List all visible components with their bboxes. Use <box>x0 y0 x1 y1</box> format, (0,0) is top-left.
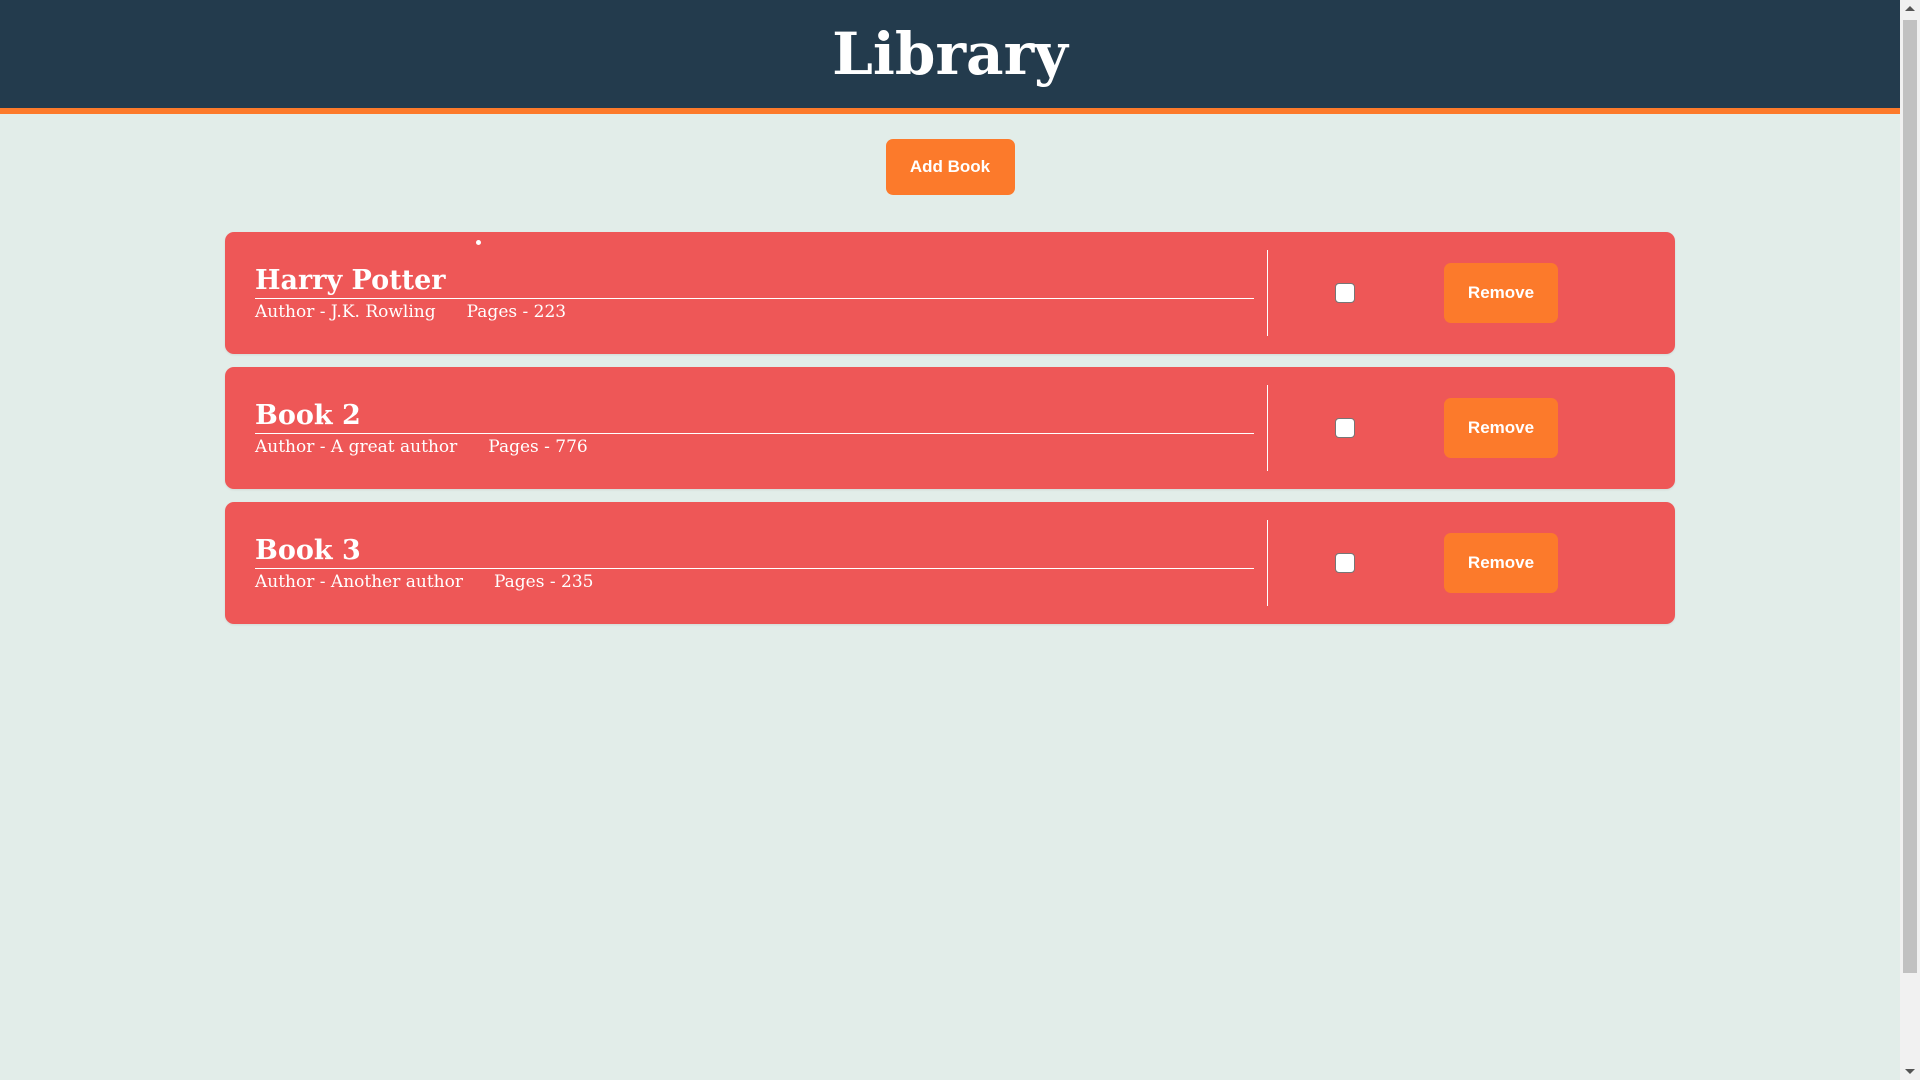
book-meta: Author - Another author Pages - 235 <box>255 572 1254 592</box>
book-controls: Remove <box>1268 367 1675 489</box>
header: Library <box>0 0 1900 114</box>
remove-button[interactable]: Remove <box>1444 533 1558 593</box>
remove-button[interactable]: Remove <box>1444 263 1558 323</box>
scroll-down-arrow-icon[interactable] <box>1905 1069 1915 1074</box>
book-info: Book 2 Author - A great author Pages - 7… <box>225 367 1254 489</box>
book-title: Book 2 <box>255 399 1254 434</box>
read-checkbox[interactable] <box>1335 418 1355 438</box>
book-info: Harry Potter Author - J.K. Rowling Pages… <box>225 232 1254 354</box>
scroll-up-arrow-icon[interactable] <box>1905 6 1915 11</box>
add-book-button[interactable]: Add Book <box>885 139 1015 195</box>
book-controls: Remove <box>1268 502 1675 624</box>
add-book-container: Add Book <box>0 139 1900 195</box>
book-card: Harry Potter Author - J.K. Rowling Pages… <box>225 232 1675 354</box>
vertical-scrollbar[interactable] <box>1900 0 1920 1080</box>
book-meta: Author - J.K. Rowling Pages - 223 <box>255 302 1254 322</box>
scroll-thumb[interactable] <box>1903 20 1917 973</box>
book-author: Author - A great author <box>255 437 458 457</box>
read-checkbox[interactable] <box>1335 553 1355 573</box>
book-controls: Remove <box>1268 232 1675 354</box>
book-author: Author - Another author <box>255 572 463 592</box>
book-title: Harry Potter <box>255 264 1254 299</box>
book-title: Book 3 <box>255 534 1254 569</box>
remove-button[interactable]: Remove <box>1444 398 1558 458</box>
book-card: Book 3 Author - Another author Pages - 2… <box>225 502 1675 624</box>
book-pages: Pages - 223 <box>466 302 567 322</box>
book-list: Harry Potter Author - J.K. Rowling Pages… <box>225 232 1675 624</box>
book-info: Book 3 Author - Another author Pages - 2… <box>225 502 1254 624</box>
cursor-dot <box>476 240 481 245</box>
book-meta: Author - A great author Pages - 776 <box>255 437 1254 457</box>
read-checkbox[interactable] <box>1335 283 1355 303</box>
book-pages: Pages - 776 <box>488 437 588 457</box>
book-card: Book 2 Author - A great author Pages - 7… <box>225 367 1675 489</box>
book-pages: Pages - 235 <box>493 572 594 592</box>
app-viewport: Library Add Book Harry Potter Author - J… <box>0 0 1900 1080</box>
page-title: Library <box>832 20 1068 88</box>
book-author: Author - J.K. Rowling <box>255 302 436 322</box>
